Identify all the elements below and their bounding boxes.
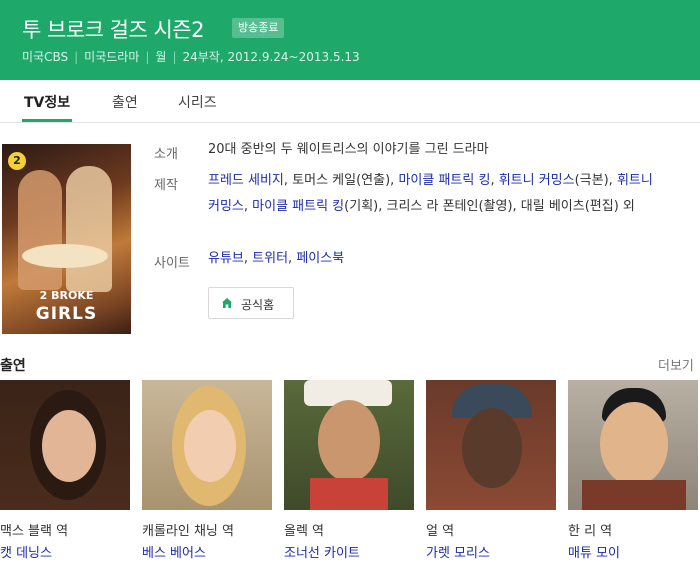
production-text: 프레드 세비지, 토머스 케일(연출), 마이클 패트릭 킹, 휘트니 커밍스(…: [208, 168, 664, 220]
meta-divider: |: [172, 50, 177, 64]
active-tab-indicator: [22, 119, 72, 122]
cast-role: 캐롤라인 채닝 역: [142, 524, 234, 539]
site-separator: ,: [243, 251, 253, 266]
program-title[interactable]: 투 브로크 걸즈 시즌2: [22, 14, 204, 44]
meta-divider: |: [145, 50, 150, 64]
cast-section-title: 출연: [0, 358, 26, 374]
cast-photo-face: [318, 400, 380, 482]
production-link[interactable]: 마이클 패트릭 킹: [398, 173, 490, 188]
production-link[interactable]: 마이클 패트릭 킹: [252, 199, 344, 214]
program-meta: 미국CBS | 미국드라마 | 월 | 24부작, 2012.9.24~2013.5.13: [22, 48, 360, 65]
status-badge: 방송종료: [232, 18, 285, 38]
intro-label: 소개: [154, 147, 178, 162]
production-note: (기획), 크리스 라 폰테인(촬영), 대릴 베이츠(편집) 외: [344, 199, 635, 214]
site-label: 사이트: [154, 256, 190, 271]
meta-genre[interactable]: 미국드라마: [84, 50, 139, 64]
production-link[interactable]: 휘트니 커밍스: [499, 173, 575, 188]
cast-role: 얼 역: [426, 524, 455, 539]
tab-tv-info[interactable]: TV정보: [24, 92, 70, 112]
site-link-twitter[interactable]: 트위터: [252, 251, 288, 266]
cast-photo-face: [600, 402, 668, 486]
cast-name-link[interactable]: 베스 베어스: [142, 542, 206, 561]
official-home-label: 공식홈: [241, 298, 275, 312]
production-link[interactable]: 프레드 세비지: [208, 173, 284, 188]
poster-figure: [18, 170, 62, 290]
production-note: ,: [490, 173, 499, 188]
meta-episodes: 24부작, 2012.9.24~2013.5.13: [182, 50, 360, 64]
cast-name-link[interactable]: 가렛 모리스: [426, 542, 490, 561]
cast-name-link[interactable]: 조너선 카이트: [284, 542, 360, 561]
cast-photo-face: [42, 410, 96, 482]
cast-photo[interactable]: [142, 380, 272, 510]
poster-logo-line1: 2 BROKE: [39, 289, 94, 302]
poster-image[interactable]: 2 2 BROKE GIRLS: [2, 144, 131, 334]
tab-bar: TV정보 출연 시리즈: [0, 80, 700, 123]
cast-photo-shirt: [582, 480, 686, 510]
cast-name-link[interactable]: 캣 데닝스: [0, 542, 52, 561]
home-icon: [222, 298, 232, 308]
tab-cast[interactable]: 출연: [112, 92, 138, 112]
tab-series[interactable]: 시리즈: [178, 92, 217, 112]
cast-photo-face: [462, 408, 522, 488]
meta-divider: |: [74, 50, 79, 64]
site-link-facebook[interactable]: 페이스북: [296, 251, 344, 266]
production-label: 제작: [154, 178, 178, 193]
cast-name-link[interactable]: 매튜 모이: [568, 542, 620, 561]
production-note: , 토머스 케일(연출),: [283, 173, 399, 188]
poster-logo-line2: GIRLS: [35, 304, 98, 324]
poster-season-badge: 2: [8, 152, 26, 170]
meta-day: 월: [155, 50, 167, 64]
cast-role: 한 리 역: [568, 524, 613, 539]
cast-photo[interactable]: [284, 380, 414, 510]
site-link-youtube[interactable]: 유튜브: [208, 251, 244, 266]
official-home-button[interactable]: 공식홈: [208, 287, 294, 319]
cast-photo[interactable]: [0, 380, 130, 510]
cast-role: 올렉 역: [284, 524, 325, 539]
cast-photo-face: [184, 410, 236, 482]
intro-text: 20대 중반의 두 웨이트리스의 이야기를 그린 드라마: [208, 142, 489, 157]
poster-tray: [22, 244, 108, 268]
site-links: 유튜브, 트위터, 페이스북: [208, 246, 664, 272]
more-link[interactable]: 더보기: [658, 355, 694, 374]
production-note: (극본),: [574, 173, 617, 188]
cast-role: 맥스 블랙 역: [0, 524, 69, 539]
meta-broadcaster[interactable]: 미국CBS: [22, 50, 68, 64]
cast-photo[interactable]: [426, 380, 556, 510]
header: 투 브로크 걸즈 시즌2 방송종료 미국CBS | 미국드라마 | 월 | 24부작, 20…: [0, 0, 700, 80]
production-note: ,: [243, 199, 253, 214]
cast-photo[interactable]: [568, 380, 698, 510]
cast-photo-shirt: [310, 478, 388, 510]
poster-figure: [66, 166, 112, 292]
